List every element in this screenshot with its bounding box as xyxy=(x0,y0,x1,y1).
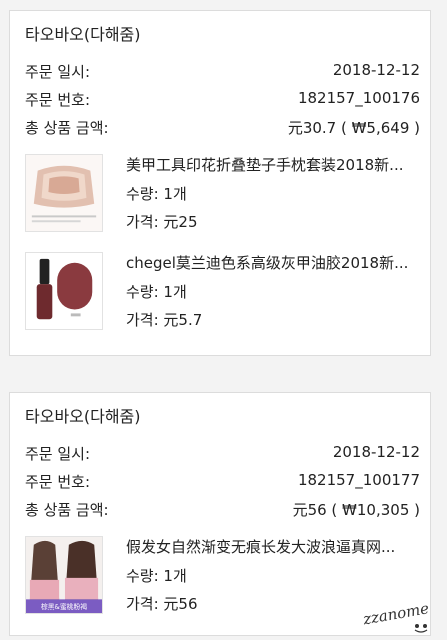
order-number-label: 주문 번호: xyxy=(25,91,91,109)
order-number-value: 182157_100176 xyxy=(297,89,420,107)
order-date-value: 2018-12-12 xyxy=(332,61,420,79)
watermark-logo: zzanome xyxy=(361,599,430,633)
item-quantity: 수량: 1개 xyxy=(126,567,187,585)
wig-thumb-caption: 棕黑&蜜桃粉褐 xyxy=(41,602,87,611)
order-item[interactable]: chegel莫兰迪色系高级灰甲油胶2018新... 수량: 1개 가격: 元5.… xyxy=(25,252,420,334)
item-name[interactable]: chegel莫兰迪色系高级灰甲油胶2018新... xyxy=(126,252,420,273)
item-quantity: 수량: 1개 xyxy=(126,283,187,301)
order-date-row: 주문 일시: 2018-12-12 xyxy=(25,443,420,465)
store-name: 타오바오(다해줌) xyxy=(25,25,141,44)
order-item[interactable]: 美甲工具印花折叠垫子手枕套装2018新... 수량: 1개 가격: 元25 xyxy=(25,154,420,236)
order-date-row: 주문 일시: 2018-12-12 xyxy=(25,61,420,83)
long-wig-icon[interactable]: 棕黑&蜜桃粉褐 xyxy=(25,536,103,614)
order-total-value: 元30.7 ( ₩5,649 ) xyxy=(287,119,420,137)
item-name[interactable]: 美甲工具印花折叠垫子手枕套装2018新... xyxy=(126,154,420,175)
item-price: 가격: 元25 xyxy=(126,213,198,231)
order-card: 타오바오(다해줌) 주문 일시: 2018-12-12 주문 번호: 18215… xyxy=(9,10,431,356)
item-price: 가격: 元56 xyxy=(126,595,198,613)
order-date-label: 주문 일시: xyxy=(25,445,91,463)
nail-hand-pillow-icon[interactable] xyxy=(25,154,103,232)
order-number-row: 주문 번호: 182157_100177 xyxy=(25,471,420,493)
order-total-label: 총 상품 금액: xyxy=(25,119,109,137)
store-name: 타오바오(다해줌) xyxy=(25,407,141,426)
item-name[interactable]: 假发女自然渐变无痕长发大波浪逼真网... xyxy=(126,536,420,557)
order-number-row: 주문 번호: 182157_100176 xyxy=(25,89,420,111)
order-total-row: 총 상품 금액: 元30.7 ( ₩5,649 ) xyxy=(25,117,420,139)
order-total-value: 元56 ( ₩10,305 ) xyxy=(292,501,420,519)
order-total-row: 총 상품 금액: 元56 ( ₩10,305 ) xyxy=(25,499,420,521)
order-number-label: 주문 번호: xyxy=(25,473,91,491)
order-date-label: 주문 일시: xyxy=(25,63,91,81)
svg-text:zzanome: zzanome xyxy=(361,599,430,628)
item-price: 가격: 元5.7 xyxy=(126,311,203,329)
gel-polish-bottle-icon[interactable] xyxy=(25,252,103,330)
order-number-value: 182157_100177 xyxy=(297,471,420,489)
order-total-label: 총 상품 금액: xyxy=(25,501,109,519)
item-quantity: 수량: 1개 xyxy=(126,185,187,203)
order-date-value: 2018-12-12 xyxy=(332,443,420,461)
